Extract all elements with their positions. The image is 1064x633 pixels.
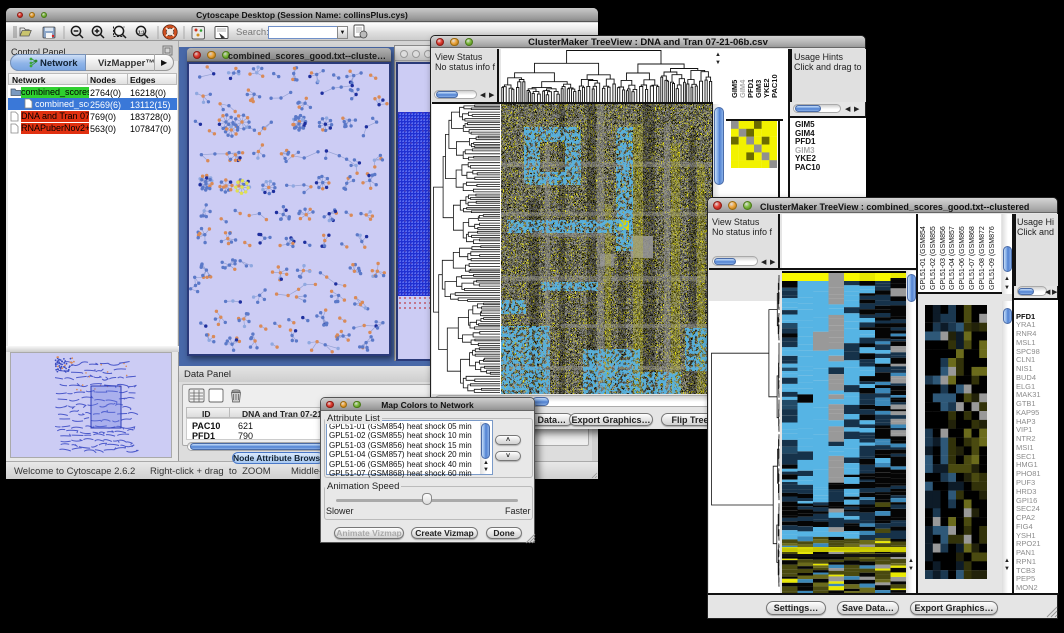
svg-text:1:1: 1:1	[138, 29, 145, 34]
